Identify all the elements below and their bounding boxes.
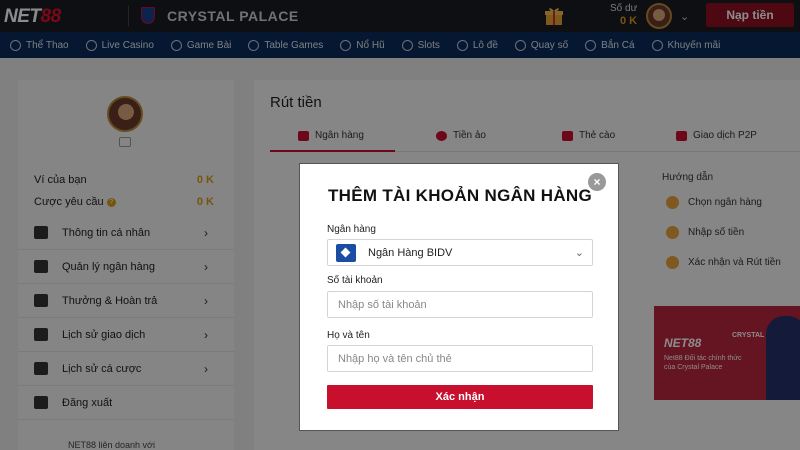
bank-select-value: Ngân Hàng BIDV [368,246,453,259]
dialog-title: THÊM TÀI KHOẢN NGÂN HÀNG [327,186,593,205]
chevron-down-icon: ⌄ [574,247,584,259]
account-number-input[interactable] [327,291,593,318]
bank-select[interactable]: Ngân Hàng BIDV ⌄ [327,239,593,266]
bank-label: Ngân hàng [327,224,376,235]
confirm-button[interactable]: Xác nhận [327,385,593,409]
bidv-logo-icon [336,243,356,262]
full-name-label: Họ và tên [327,330,370,341]
add-bank-account-dialog: × THÊM TÀI KHOẢN NGÂN HÀNG Ngân hàng Ngâ… [299,163,619,431]
account-number-label: Số tài khoản [327,275,383,286]
full-name-input[interactable] [327,345,593,372]
